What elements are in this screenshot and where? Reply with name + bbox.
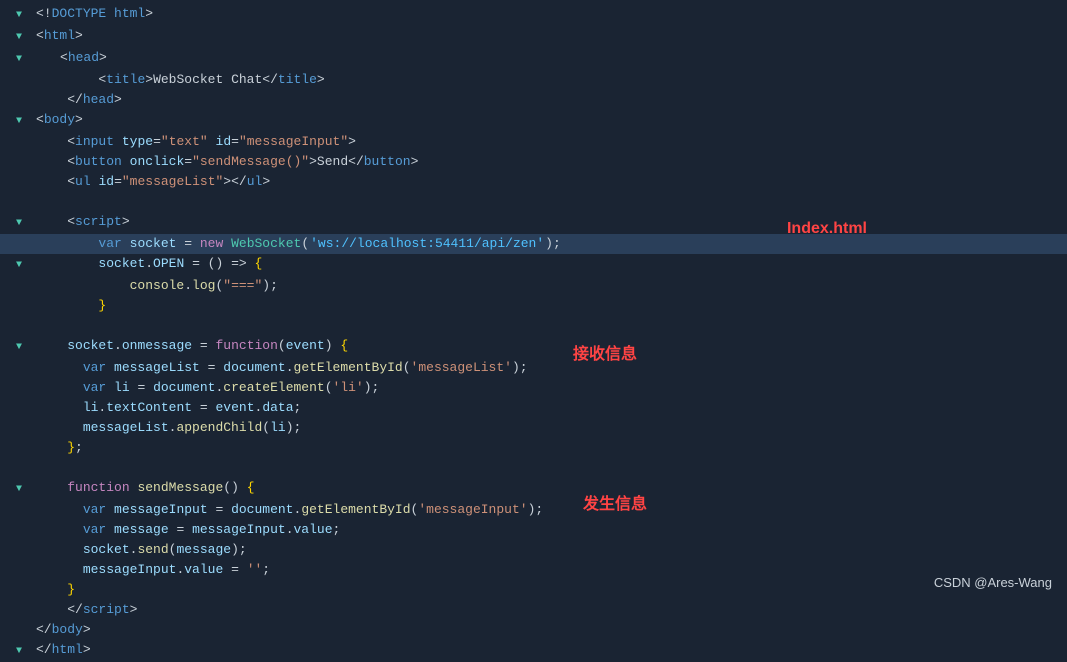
code-line-30: </script> bbox=[0, 600, 1067, 620]
annotation-index: Index.html bbox=[787, 220, 867, 238]
gutter-3: ▼ bbox=[0, 48, 28, 70]
line-content-24: function sendMessage() { bbox=[28, 478, 1067, 498]
code-line-13: ▼ socket.OPEN = () => { bbox=[0, 254, 1067, 276]
line-content-22: }; bbox=[28, 438, 1067, 458]
line-content-14: console.log("==="); bbox=[28, 276, 1067, 296]
line-content-7: <input type="text" id="messageInput"> bbox=[28, 132, 1067, 152]
line-content-5: </head> bbox=[28, 90, 1067, 110]
annotation-send: 发生信息 bbox=[583, 490, 647, 514]
line-content-20: li.textContent = event.data; bbox=[28, 398, 1067, 418]
line-content-27: socket.send(message); bbox=[28, 540, 1067, 560]
line-content-9: <ul id="messageList"></ul> bbox=[28, 172, 1067, 192]
code-line-21: messageList.appendChild(li); bbox=[0, 418, 1067, 438]
line-content-21: messageList.appendChild(li); bbox=[28, 418, 1067, 438]
code-line-8: <button onclick="sendMessage()">Send</bu… bbox=[0, 152, 1067, 172]
line-content-2: <html> bbox=[28, 26, 1067, 46]
code-line-14: console.log("==="); bbox=[0, 276, 1067, 296]
code-line-29: } bbox=[0, 580, 1067, 600]
code-line-18: var messageList = document.getElementByI… bbox=[0, 358, 1067, 378]
line-content-3: <head> bbox=[28, 48, 1067, 68]
line-content-13: socket.OPEN = () => { bbox=[28, 254, 1067, 274]
code-line-1: ▼ <!DOCTYPE html> bbox=[0, 4, 1067, 26]
code-line-9: <ul id="messageList"></ul> bbox=[0, 172, 1067, 192]
code-line-12: var socket = new WebSocket('ws://localho… bbox=[0, 234, 1067, 254]
code-line-27: socket.send(message); bbox=[0, 540, 1067, 560]
line-content-17: socket.onmessage = function(event) { bbox=[28, 336, 1067, 356]
code-line-15: } bbox=[0, 296, 1067, 316]
editor-container: ▼ <!DOCTYPE html> ▼ <html> ▼ <head> <tit… bbox=[0, 0, 1067, 600]
code-line-24: ▼ function sendMessage() { bbox=[0, 478, 1067, 500]
annotation-receive: 接收信息 bbox=[573, 340, 637, 364]
line-content-26: var message = messageInput.value; bbox=[28, 520, 1067, 540]
line-content-6: <body> bbox=[28, 110, 1067, 130]
code-line-32: ▼ </html> bbox=[0, 640, 1067, 662]
line-content-19: var li = document.createElement('li'); bbox=[28, 378, 1067, 398]
code-line-20: li.textContent = event.data; bbox=[0, 398, 1067, 418]
line-content-15: } bbox=[28, 296, 1067, 316]
line-content-32: </html> bbox=[28, 640, 1067, 660]
code-line-4: <title>WebSocket Chat</title> bbox=[0, 70, 1067, 90]
line-content-29: } bbox=[28, 580, 1067, 600]
line-content-28: messageInput.value = ''; bbox=[28, 560, 1067, 580]
code-line-5: </head> bbox=[0, 90, 1067, 110]
gutter-6: ▼ bbox=[0, 110, 28, 132]
line-content-8: <button onclick="sendMessage()">Send</bu… bbox=[28, 152, 1067, 172]
gutter-2: ▼ bbox=[0, 26, 28, 48]
code-line-23 bbox=[0, 458, 1067, 478]
line-content-30: </script> bbox=[28, 600, 1067, 620]
line-content-10 bbox=[28, 192, 1067, 212]
line-content-31: </body> bbox=[28, 620, 1067, 640]
code-line-16 bbox=[0, 316, 1067, 336]
code-line-28: messageInput.value = ''; bbox=[0, 560, 1067, 580]
code-line-10 bbox=[0, 192, 1067, 212]
code-line-2: ▼ <html> bbox=[0, 26, 1067, 48]
gutter-24: ▼ bbox=[0, 478, 28, 500]
code-line-22: }; bbox=[0, 438, 1067, 458]
code-line-25: var messageInput = document.getElementBy… bbox=[0, 500, 1067, 520]
line-content-11: <script> bbox=[28, 212, 1067, 232]
code-line-26: var message = messageInput.value; bbox=[0, 520, 1067, 540]
code-line-11: ▼ <script> bbox=[0, 212, 1067, 234]
line-content-25: var messageInput = document.getElementBy… bbox=[28, 500, 1067, 520]
code-line-6: ▼ <body> bbox=[0, 110, 1067, 132]
code-line-19: var li = document.createElement('li'); bbox=[0, 378, 1067, 398]
line-content-1: <!DOCTYPE html> bbox=[28, 4, 1067, 24]
code-line-3: ▼ <head> bbox=[0, 48, 1067, 70]
line-content-16 bbox=[28, 316, 1067, 336]
gutter-17: ▼ bbox=[0, 336, 28, 358]
code-line-31: </body> bbox=[0, 620, 1067, 640]
line-content-12: var socket = new WebSocket('ws://localho… bbox=[28, 234, 1067, 254]
line-content-18: var messageList = document.getElementByI… bbox=[28, 358, 1067, 378]
gutter-1: ▼ bbox=[0, 4, 28, 26]
line-content-4: <title>WebSocket Chat</title> bbox=[28, 70, 1067, 90]
gutter-11: ▼ bbox=[0, 212, 28, 234]
code-line-17: ▼ socket.onmessage = function(event) { bbox=[0, 336, 1067, 358]
gutter-13: ▼ bbox=[0, 254, 28, 276]
line-content-23 bbox=[28, 458, 1067, 478]
gutter-32: ▼ bbox=[0, 640, 28, 662]
code-line-7: <input type="text" id="messageInput"> bbox=[0, 132, 1067, 152]
watermark: CSDN @Ares-Wang bbox=[934, 575, 1052, 590]
